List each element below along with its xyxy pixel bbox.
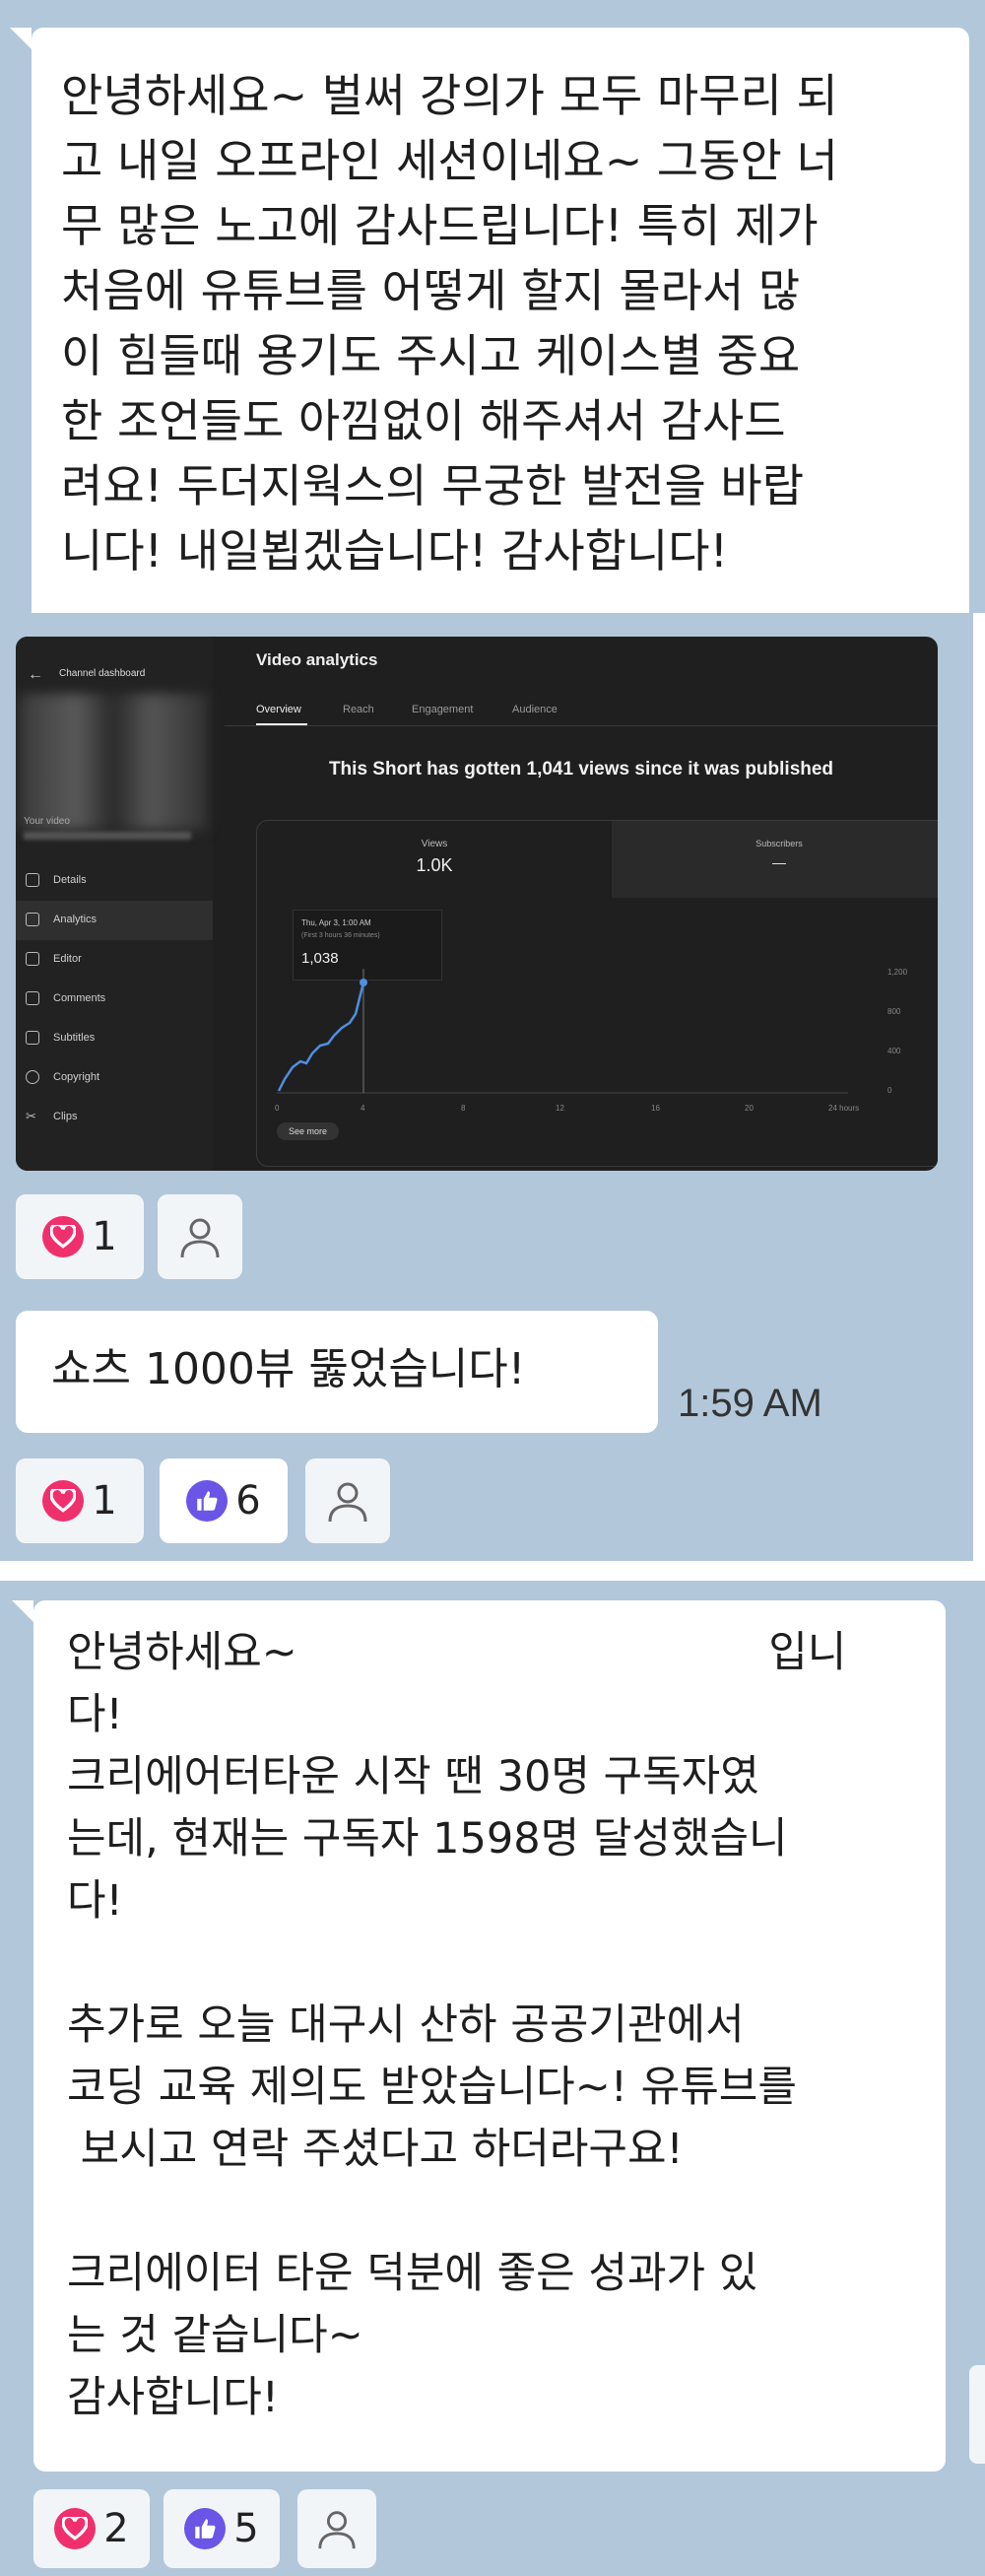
- page-title: Video analytics: [256, 650, 378, 669]
- heart-count: 1: [92, 1214, 117, 1259]
- sidebar-item-label: Comments: [53, 992, 106, 1004]
- bubble-tail: [10, 28, 32, 49]
- x-tick-label: 12: [556, 1104, 564, 1113]
- analytics-icon: [26, 913, 39, 926]
- message-text-1: 안녕하세요~ 벌써 강의가 모두 마무리 되 고 내일 오프라인 세션이네요~ …: [61, 69, 838, 577]
- sidebar-item-comments[interactable]: Comments: [26, 991, 105, 1005]
- tab-reach[interactable]: Reach: [343, 704, 374, 715]
- sidebar-item-label: Details: [53, 874, 87, 886]
- heart-reaction-2[interactable]: 1: [16, 1458, 144, 1543]
- metrics-card: Views 1.0K Subscribers — Thu, Apr 3, 1:0…: [256, 820, 938, 1167]
- tab-audience[interactable]: Audience: [512, 704, 558, 715]
- views-series-line: [277, 982, 365, 1092]
- heart-count: 2: [103, 2506, 129, 2551]
- tab-overview[interactable]: Overview: [256, 704, 301, 715]
- x-tick-label: 0: [275, 1104, 280, 1113]
- y-tick-label: 400: [887, 1047, 901, 1055]
- y-tick-label: 800: [887, 1007, 901, 1016]
- sidebar-item-clips[interactable]: ✂ Clips: [26, 1110, 77, 1123]
- sidebar-item-label: Clips: [53, 1111, 78, 1122]
- comments-icon: [26, 991, 39, 1005]
- like-count: 5: [233, 2506, 259, 2551]
- sidebar-item-label: Subtitles: [53, 1032, 96, 1044]
- thumbs-up-icon: [184, 2508, 227, 2549]
- side-reaction-stub: [969, 2365, 985, 2464]
- video-thumbnail: [20, 694, 207, 830]
- chat-panel-3: 안녕하세요~ 입니 다! 크리에어터타운 시작 땐 30명 구독자였 는데, 현…: [0, 1581, 985, 2576]
- heart-icon: [42, 1480, 85, 1522]
- heart-reaction-3[interactable]: 2: [33, 2489, 150, 2568]
- x-tick-label: 20: [745, 1104, 754, 1113]
- tab-engagement[interactable]: Engagement: [412, 704, 473, 715]
- person-icon: [328, 1482, 367, 1523]
- details-icon: [26, 873, 39, 887]
- sidebar-item-label: Editor: [53, 953, 82, 965]
- sidebar-item-label: Analytics: [53, 914, 98, 925]
- add-reaction-button[interactable]: [158, 1194, 242, 1279]
- chat-panel-1: 안녕하세요~ 벌써 강의가 모두 마무리 되 고 내일 오프라인 세션이네요~ …: [0, 0, 985, 613]
- message-text-2: 쇼츠 1000뷰 뚫었습니다!: [51, 1344, 526, 1394]
- back-arrow-icon[interactable]: ←: [28, 666, 43, 684]
- like-count: 6: [235, 1478, 261, 1524]
- editor-icon: [26, 952, 39, 966]
- message-bubble-2[interactable]: 쇼츠 1000뷰 뚫었습니다!: [16, 1311, 658, 1433]
- sidebar-item-subtitles[interactable]: Subtitles: [26, 1031, 95, 1045]
- heart-count: 1: [92, 1478, 117, 1524]
- person-icon: [318, 2511, 356, 2549]
- message-time: 1:59 AM: [678, 1382, 822, 1425]
- your-video-label: Your video: [24, 816, 70, 827]
- message-bubble-3[interactable]: 안녕하세요~ 입니 다! 크리에어터타운 시작 땐 30명 구독자였 는데, 현…: [33, 1600, 946, 2472]
- views-line-chart: 0 4 8 12 16 20 24 hours 1,200 800 400 0: [275, 968, 908, 1113]
- like-reaction-3[interactable]: 5: [164, 2489, 280, 2568]
- heart-icon: [54, 2508, 97, 2549]
- x-tick-label: 24 hours: [828, 1104, 859, 1113]
- y-tick-label: 1,200: [887, 968, 908, 977]
- data-point-marker: [360, 979, 367, 986]
- heart-icon: [42, 1216, 85, 1257]
- subtitles-icon: [26, 1031, 39, 1045]
- thumbs-up-icon: [186, 1480, 229, 1522]
- copyright-icon: [26, 1070, 39, 1084]
- x-tick-label: 8: [461, 1104, 466, 1113]
- analytics-main: Video analytics Overview Reach Engagemen…: [225, 637, 938, 1171]
- see-more-button[interactable]: See more: [277, 1122, 340, 1140]
- sidebar-item-analytics[interactable]: Analytics: [26, 913, 97, 926]
- tabs-divider: [225, 725, 938, 726]
- like-reaction-2[interactable]: 6: [160, 1458, 288, 1543]
- analytics-screenshot[interactable]: ← Channel dashboard Your video Details A…: [16, 637, 938, 1171]
- add-reaction-button[interactable]: [297, 2489, 376, 2568]
- analytics-headline: This Short has gotten 1,041 views since …: [328, 759, 834, 780]
- x-tick-label: 16: [651, 1104, 660, 1113]
- sidebar-item-details[interactable]: Details: [26, 873, 87, 887]
- message-text-3: 안녕하세요~ 입니 다! 크리에어터타운 시작 땐 30명 구독자였 는데, 현…: [67, 1628, 847, 2422]
- y-tick-label: 0: [887, 1086, 892, 1095]
- bubble-tail: [12, 1600, 33, 1622]
- sidebar-item-label: Copyright: [53, 1071, 100, 1083]
- sidebar-item-editor[interactable]: Editor: [26, 952, 82, 966]
- analytics-sidebar: ← Channel dashboard Your video Details A…: [16, 637, 213, 1171]
- scissors-icon: ✂: [26, 1109, 36, 1123]
- back-label: Channel dashboard: [59, 668, 146, 679]
- sidebar-item-copyright[interactable]: Copyright: [26, 1070, 99, 1084]
- heart-reaction-1[interactable]: 1: [16, 1194, 144, 1279]
- x-tick-label: 4: [361, 1104, 365, 1113]
- message-bubble-1[interactable]: 안녕하세요~ 벌써 강의가 모두 마무리 되 고 내일 오프라인 세션이네요~ …: [32, 28, 969, 613]
- add-reaction-button[interactable]: [305, 1458, 390, 1543]
- video-title-blurred: [24, 832, 191, 840]
- person-icon: [180, 1218, 220, 1258]
